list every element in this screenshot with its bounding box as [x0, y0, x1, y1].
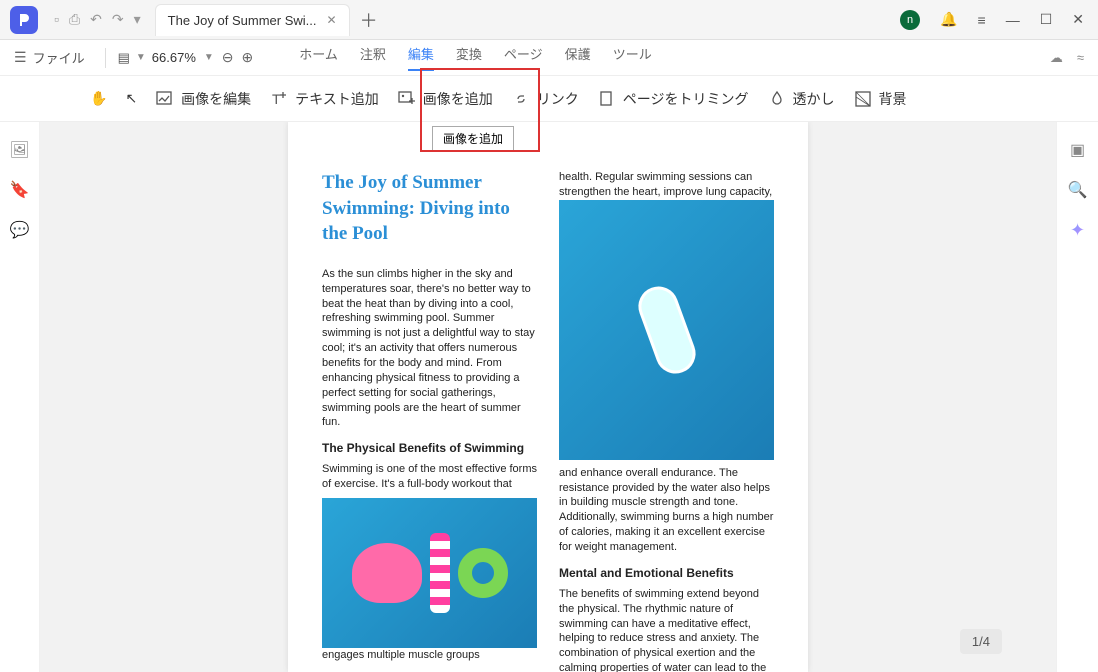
- chevron-down-icon[interactable]: ▼: [136, 52, 146, 63]
- page-indicator[interactable]: 1/4: [960, 629, 1002, 654]
- add-image-label: 画像を追加: [423, 89, 493, 109]
- float-shape: [632, 281, 700, 379]
- add-text-label: テキスト追加: [295, 89, 379, 109]
- trim-page-label: ページをトリミング: [623, 89, 749, 109]
- svg-text:T: T: [272, 91, 281, 107]
- select-tool-icon[interactable]: ↖: [125, 90, 137, 107]
- crop-icon: [597, 89, 617, 109]
- ring-shape: [458, 548, 508, 598]
- paragraph: and enhance overall endurance. The resis…: [559, 466, 774, 555]
- menu-icon[interactable]: ≡: [978, 12, 986, 28]
- app-logo[interactable]: [10, 6, 38, 34]
- link-icon: [511, 89, 531, 109]
- stripe-shape: [430, 533, 450, 613]
- document-image-pool-toys: [322, 498, 537, 648]
- add-tab-button[interactable]: ＋: [360, 7, 378, 33]
- minimize-icon[interactable]: —: [1006, 12, 1020, 28]
- document-title: The Joy of Summer Swimming: Diving into …: [322, 170, 537, 247]
- edit-image-label: 画像を編集: [181, 89, 251, 109]
- paragraph: The benefits of swimming extend beyond t…: [559, 587, 774, 672]
- background-button[interactable]: 背景: [853, 89, 907, 109]
- zoom-in-icon[interactable]: ⊕: [242, 49, 254, 66]
- zoom-out-icon[interactable]: ⊖: [222, 49, 234, 66]
- redo-icon[interactable]: ↷: [112, 11, 124, 28]
- paragraph: Swimming is one of the most effective fo…: [322, 462, 537, 492]
- tab-title: The Joy of Summer Swi...: [168, 13, 317, 28]
- paragraph: As the sun climbs higher in the sky and …: [322, 267, 537, 430]
- bookmark-icon[interactable]: 🔖: [10, 180, 30, 200]
- add-image-button[interactable]: 画像を追加: [397, 89, 493, 109]
- edit-image-icon: [155, 89, 175, 109]
- hamburger-icon[interactable]: ☰: [14, 49, 27, 66]
- panel-icon[interactable]: ▣: [1070, 140, 1085, 160]
- trim-page-button[interactable]: ページをトリミング: [597, 89, 749, 109]
- page: The Joy of Summer Swimming: Diving into …: [288, 122, 808, 672]
- flamingo-shape: [352, 543, 422, 603]
- maximize-icon[interactable]: ☐: [1040, 11, 1053, 28]
- document-canvas[interactable]: The Joy of Summer Swimming: Diving into …: [40, 122, 1056, 672]
- watermark-icon: [767, 89, 787, 109]
- file-menu[interactable]: ファイル: [33, 48, 85, 67]
- thumbnails-icon[interactable]: 🖼: [9, 140, 29, 160]
- ai-sparkle-icon[interactable]: ✦: [1070, 220, 1085, 241]
- close-tab-icon[interactable]: ✕: [327, 13, 337, 27]
- background-label: 背景: [879, 89, 907, 109]
- background-icon: [853, 89, 873, 109]
- document-tab[interactable]: The Joy of Summer Swi... ✕: [155, 4, 350, 36]
- section-heading: The Physical Benefits of Swimming: [322, 440, 537, 456]
- tab-home[interactable]: ホーム: [299, 44, 338, 71]
- edit-image-button[interactable]: 画像を編集: [155, 89, 251, 109]
- watermark-label: 透かし: [793, 89, 835, 109]
- close-window-icon[interactable]: ✕: [1072, 11, 1084, 28]
- search-icon[interactable]: 🔍: [1068, 180, 1088, 200]
- paragraph: health. Regular swimming sessions can st…: [559, 170, 774, 200]
- tab-page[interactable]: ページ: [504, 44, 543, 71]
- tab-edit[interactable]: 編集: [408, 44, 434, 71]
- watermark-button[interactable]: 透かし: [767, 89, 835, 109]
- document-image-swimmer: [559, 200, 774, 460]
- tab-tool[interactable]: ツール: [613, 44, 652, 71]
- save-icon[interactable]: ▫: [54, 11, 59, 28]
- tab-annotate[interactable]: 注釈: [360, 44, 386, 71]
- hand-tool-icon[interactable]: ✋: [90, 90, 107, 107]
- qat-more-icon[interactable]: ▾: [134, 11, 141, 28]
- link-button[interactable]: リンク: [511, 89, 579, 109]
- add-image-icon: [397, 89, 417, 109]
- view-mode-icon[interactable]: ▤: [118, 50, 130, 66]
- add-image-tooltip: 画像を追加: [432, 126, 514, 151]
- add-text-button[interactable]: T テキスト追加: [269, 89, 379, 109]
- add-text-icon: T: [269, 89, 289, 109]
- tab-convert[interactable]: 変換: [456, 44, 482, 71]
- section-heading: Mental and Emotional Benefits: [559, 565, 774, 581]
- user-avatar[interactable]: n: [900, 10, 920, 30]
- print-icon[interactable]: ⎙: [69, 11, 80, 28]
- more-icon[interactable]: ≈: [1077, 50, 1084, 66]
- paragraph: engages multiple muscle groups: [322, 648, 537, 663]
- tab-protect[interactable]: 保護: [565, 44, 591, 71]
- zoom-value[interactable]: 66.67%: [152, 50, 196, 65]
- comment-icon[interactable]: 💬: [10, 220, 30, 240]
- undo-icon[interactable]: ↶: [90, 11, 102, 28]
- chevron-down-icon[interactable]: ▼: [204, 52, 214, 63]
- separator: [105, 48, 106, 68]
- notification-icon[interactable]: 🔔: [940, 11, 957, 28]
- cloud-icon[interactable]: ☁: [1050, 50, 1063, 66]
- link-label: リンク: [537, 89, 579, 109]
